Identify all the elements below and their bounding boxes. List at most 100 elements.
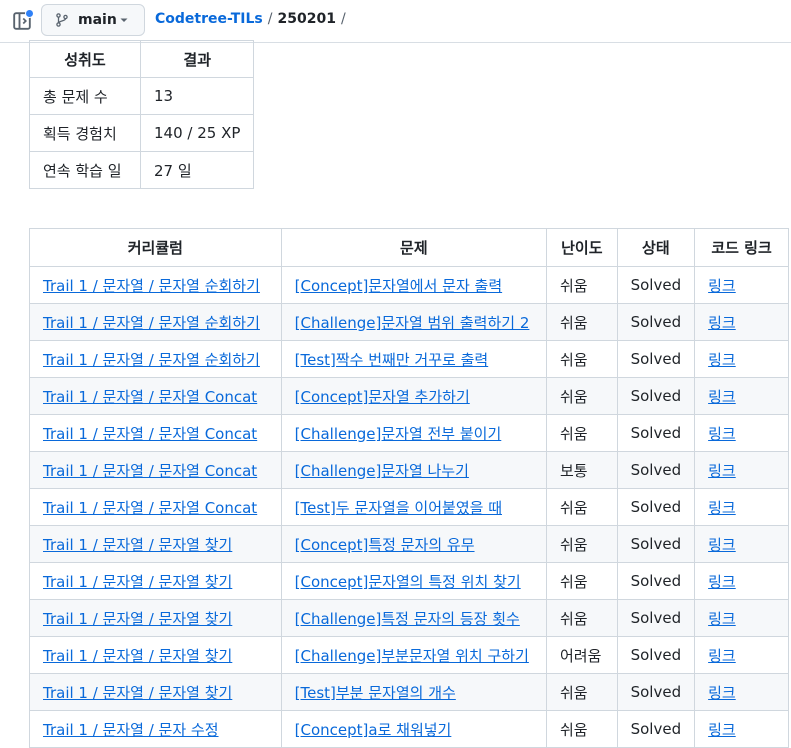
code-link[interactable]: 링크 xyxy=(708,314,736,332)
problem-link[interactable]: [Concept]a로 채워넣기 xyxy=(295,721,452,739)
problem-link[interactable]: [Test]짝수 번째만 거꾸로 출력 xyxy=(295,351,489,369)
code-link[interactable]: 링크 xyxy=(708,647,736,665)
curriculum-cell: Trail 1 / 문자열 / 문자열 순회하기 xyxy=(29,266,282,304)
breadcrumb-separator: / xyxy=(267,11,273,27)
table-row: Trail 1 / 문자열 / 문자열 찾기 [Challenge]특정 문자의 … xyxy=(29,599,789,637)
curriculum-cell: Trail 1 / 문자열 / 문자열 찾기 xyxy=(29,562,282,600)
problem-link[interactable]: [Challenge]문자열 나누기 xyxy=(295,462,469,480)
table-row: Trail 1 / 문자열 / 문자열 Concat [Concept]문자열 추… xyxy=(29,377,789,415)
notification-dot xyxy=(25,9,34,18)
curriculum-link[interactable]: Trail 1 / 문자열 / 문자열 순회하기 xyxy=(43,314,260,332)
curriculum-link[interactable]: Trail 1 / 문자열 / 문자열 Concat xyxy=(43,499,257,517)
problem-link[interactable]: [Challenge]특정 문자의 등장 횟수 xyxy=(295,610,520,628)
status-cell: Solved xyxy=(616,636,696,674)
curriculum-link[interactable]: Trail 1 / 문자열 / 문자열 Concat xyxy=(43,462,257,480)
curriculum-cell: Trail 1 / 문자열 / 문자열 순회하기 xyxy=(29,303,282,341)
problem-cell: [Challenge]문자열 나누기 xyxy=(280,451,548,489)
difficulty-cell: 쉬움 xyxy=(546,562,618,600)
problem-link[interactable]: [Test]부분 문자열의 개수 xyxy=(295,684,456,702)
problem-link[interactable]: [Challenge]문자열 범위 출력하기 2 xyxy=(295,314,530,332)
curriculum-link[interactable]: Trail 1 / 문자열 / 문자열 Concat xyxy=(43,425,257,443)
header-code-link: 코드 링크 xyxy=(694,228,789,267)
problem-link[interactable]: [Challenge]문자열 전부 붙이기 xyxy=(295,425,502,443)
code-link[interactable]: 링크 xyxy=(708,610,736,628)
code-cell: 링크 xyxy=(694,266,789,304)
status-cell: Solved xyxy=(630,572,682,590)
difficulty-cell: 쉬움 xyxy=(546,303,618,341)
problem-cell: [Challenge]부분문자열 위치 구하기 xyxy=(280,636,548,674)
branch-name: main xyxy=(78,12,117,28)
table-row: Trail 1 / 문자열 / 문자열 Concat [Test]두 문자열을 이… xyxy=(29,488,789,526)
curriculum-link[interactable]: Trail 1 / 문자열 / 문자열 순회하기 xyxy=(43,277,260,295)
problem-link[interactable]: [Concept]특정 문자의 유무 xyxy=(295,536,475,554)
status-cell: Solved xyxy=(616,266,696,304)
difficulty-cell: 보통 xyxy=(546,451,618,489)
status-cell: Solved xyxy=(630,387,682,405)
difficulty-cell: 쉬움 xyxy=(546,340,618,378)
achievement-table: 성취도 결과 총 문제 수 13 획득 경험치 140 / 25 XP 연속 학… xyxy=(29,40,255,189)
code-cell: 링크 xyxy=(694,451,789,489)
stat-value: 140 / 25 XP xyxy=(139,114,255,152)
difficulty-cell: 쉬움 xyxy=(560,609,588,628)
curriculum-cell: Trail 1 / 문자열 / 문자열 Concat xyxy=(29,377,282,415)
code-cell: 링크 xyxy=(694,525,789,563)
code-cell: 링크 xyxy=(694,599,789,637)
curriculum-link[interactable]: Trail 1 / 문자열 / 문자열 Concat xyxy=(43,388,257,406)
problem-cell: [Challenge]문자열 전부 붙이기 xyxy=(280,414,548,452)
table-row: 총 문제 수 13 xyxy=(29,77,255,115)
curriculum-link[interactable]: Trail 1 / 문자열 / 문자열 찾기 xyxy=(43,684,232,702)
curriculum-link[interactable]: Trail 1 / 문자열 / 문자열 찾기 xyxy=(43,536,232,554)
curriculum-link[interactable]: Trail 1 / 문자열 / 문자열 찾기 xyxy=(43,573,232,591)
code-link[interactable]: 링크 xyxy=(708,573,736,591)
problem-link[interactable]: [Test]두 문자열을 이어붙였을 때 xyxy=(295,499,502,517)
code-cell: 링크 xyxy=(694,377,789,415)
table-row: Trail 1 / 문자열 / 문자열 찾기 [Concept]특정 문자의 유무… xyxy=(29,525,789,563)
difficulty-cell: 쉬움 xyxy=(546,673,618,711)
difficulty-cell: 쉬움 xyxy=(560,572,588,591)
table-row: 획득 경험치 140 / 25 XP xyxy=(29,114,255,152)
difficulty-cell: 쉬움 xyxy=(546,525,618,563)
git-branch-icon xyxy=(56,13,68,27)
curriculum-cell: Trail 1 / 문자열 / 문자열 Concat xyxy=(29,451,282,489)
problem-link[interactable]: [Challenge]부분문자열 위치 구하기 xyxy=(295,647,529,665)
code-link[interactable]: 링크 xyxy=(708,721,736,739)
file-navigation-bar: main Codetree-TILs / 250201 / xyxy=(0,0,791,43)
table-row: Trail 1 / 문자열 / 문자 수정 [Concept]a로 채워넣기 쉬움 S… xyxy=(29,710,789,748)
curriculum-cell: Trail 1 / 문자열 / 문자 수정 xyxy=(29,710,282,748)
curriculum-cell: Trail 1 / 문자열 / 문자열 Concat xyxy=(29,414,282,452)
problem-link[interactable]: [Concept]문자열에서 문자 출력 xyxy=(295,277,502,295)
status-cell: Solved xyxy=(630,424,682,442)
difficulty-cell: 쉬움 xyxy=(560,424,588,443)
code-link[interactable]: 링크 xyxy=(708,425,736,443)
curriculum-link[interactable]: Trail 1 / 문자열 / 문자열 찾기 xyxy=(43,647,232,665)
sidebar-expand-icon[interactable] xyxy=(12,9,34,32)
code-link[interactable]: 링크 xyxy=(708,684,736,702)
code-link[interactable]: 링크 xyxy=(708,388,736,406)
table-header-cell: 성취도 xyxy=(29,40,141,78)
curriculum-cell: Trail 1 / 문자열 / 문자열 찾기 xyxy=(29,673,282,711)
branch-selector-button[interactable]: main xyxy=(41,4,145,36)
curriculum-cell: Trail 1 / 문자열 / 문자열 순회하기 xyxy=(29,340,282,378)
difficulty-cell: 쉬움 xyxy=(560,350,588,369)
breadcrumb-repo-link[interactable]: Codetree-TILs xyxy=(155,11,263,27)
header-status: 상태 xyxy=(616,228,696,267)
curriculum-link[interactable]: Trail 1 / 문자열 / 문자열 찾기 xyxy=(43,610,232,628)
code-link[interactable]: 링크 xyxy=(708,277,736,295)
status-cell: Solved xyxy=(630,683,682,701)
curriculum-link[interactable]: Trail 1 / 문자열 / 문자 수정 xyxy=(43,721,219,739)
curriculum-link[interactable]: Trail 1 / 문자열 / 문자열 순회하기 xyxy=(43,351,260,369)
status-cell: Solved xyxy=(616,340,696,378)
table-row: Trail 1 / 문자열 / 문자열 순회하기 [Concept]문자열에서 문… xyxy=(29,266,789,304)
table-row: Trail 1 / 문자열 / 문자열 순회하기 [Challenge]문자열 범… xyxy=(29,303,789,341)
code-link[interactable]: 링크 xyxy=(708,351,736,369)
code-link[interactable]: 링크 xyxy=(708,462,736,480)
code-link[interactable]: 링크 xyxy=(708,536,736,554)
code-link[interactable]: 링크 xyxy=(708,499,736,517)
problem-cell: [Concept]문자열의 특정 위치 찾기 xyxy=(280,562,548,600)
problem-link[interactable]: [Concept]문자열의 특정 위치 찾기 xyxy=(295,573,521,591)
problem-link[interactable]: [Concept]문자열 추가하기 xyxy=(295,388,470,406)
difficulty-cell: 쉬움 xyxy=(560,683,588,702)
status-cell: Solved xyxy=(616,451,696,489)
problem-cell: [Challenge]특정 문자의 등장 횟수 xyxy=(280,599,548,637)
status-cell: Solved xyxy=(630,276,682,294)
